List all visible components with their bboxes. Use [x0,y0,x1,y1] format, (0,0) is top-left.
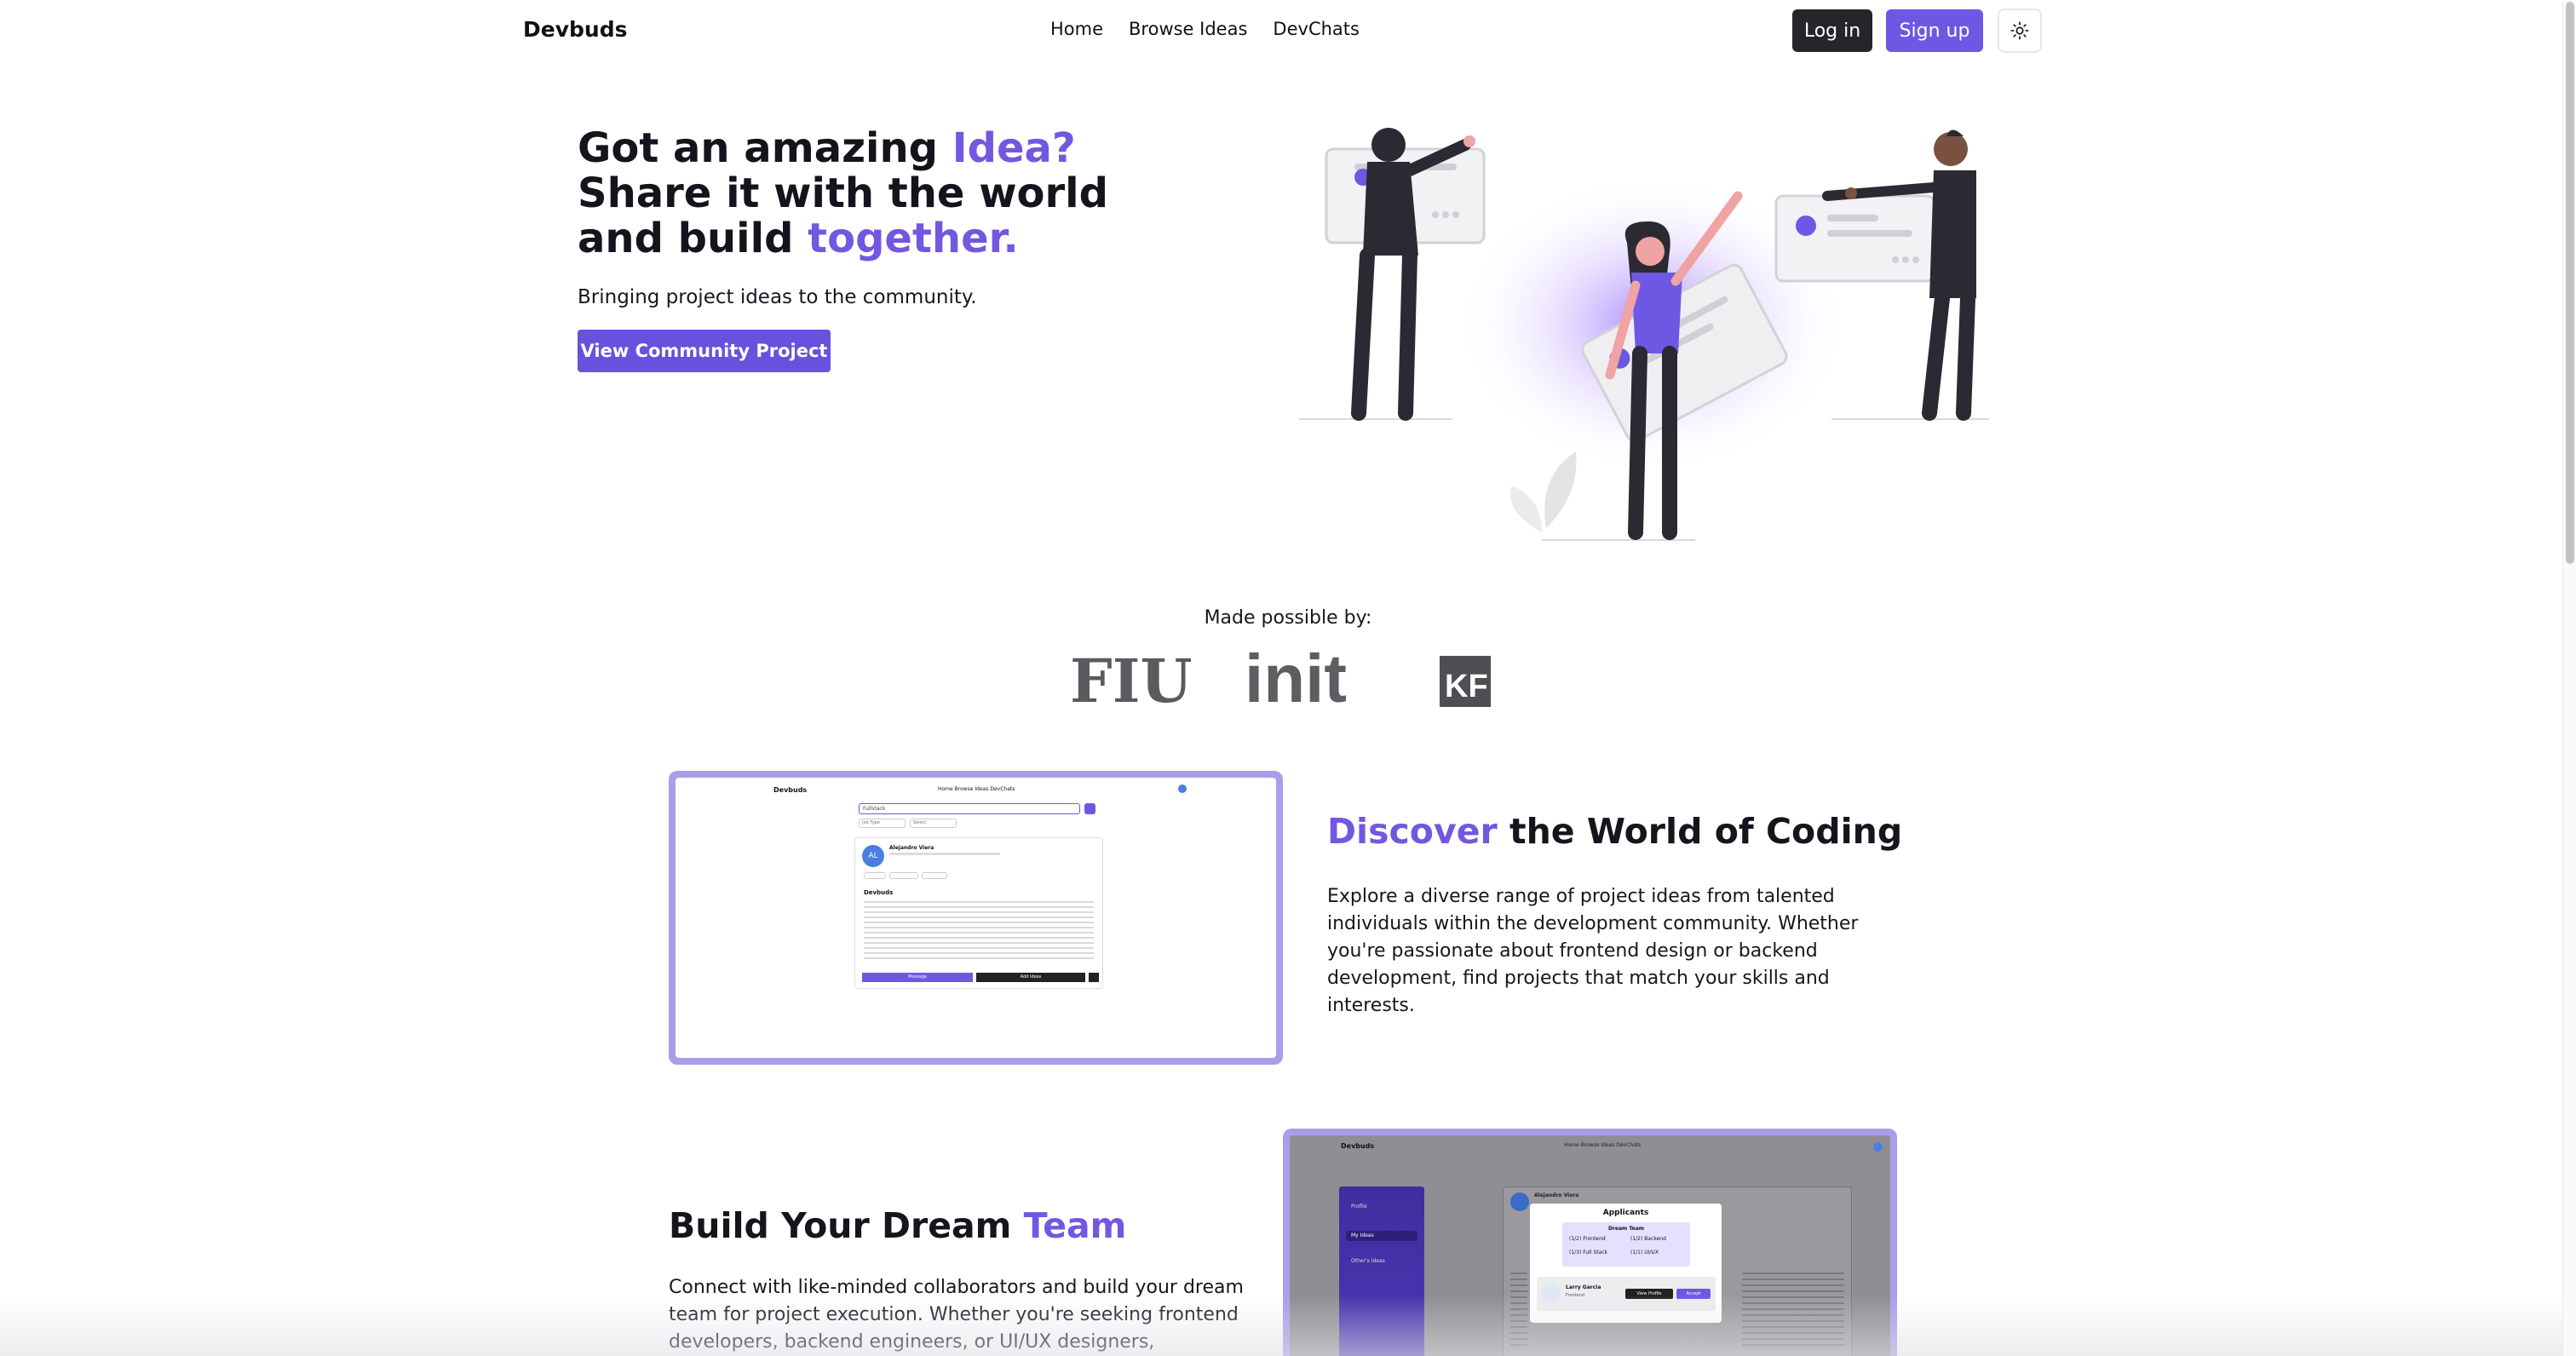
role-backend: (1/2) Backend [1630,1236,1666,1242]
team-preview-brand: Devbuds [1341,1142,1375,1150]
preview-search-icon [1084,803,1095,814]
team-preview-side-profile: Profile [1351,1204,1367,1209]
init-logo: init [1245,649,1347,709]
team-preview-description [1742,1273,1844,1349]
discover-title: Discover the World of Coding [1327,811,1902,852]
team-preview-nav: Home Browse Ideas DevChats [1564,1142,1642,1148]
preview-more-button [1089,973,1099,982]
team-title-accent: Team [1023,1205,1127,1246]
dream-team-label: Dream Team [1607,1226,1645,1232]
applicants-modal-title: Applicants [1602,1209,1649,1217]
hero-title-line2: Share it with the world [578,170,1108,217]
hero-title-accent-idea: Idea? [952,124,1076,172]
preview-avatar-icon [1178,784,1187,793]
hero-title-accent-together: together. [808,215,1019,262]
preview-author-avatar: AL [862,845,884,867]
signup-button[interactable]: Sign up [1886,9,1983,52]
discover-preview-screenshot: Devbuds Home Browse Ideas DevChats Fulls… [676,778,1276,1058]
brand-logo[interactable]: Devbuds [523,17,627,42]
hero-illustration [1299,128,1989,541]
applicant-row: Larry Garcia Frontend View Profile Accep… [1537,1277,1716,1311]
preview-filter-type: Job Type [859,819,906,828]
role-fullstack: (1/3) Full Stack [1569,1250,1608,1255]
top-navbar: Devbuds Home Browse Ideas DevChats Log i… [0,0,2576,61]
theme-toggle-button[interactable] [1998,9,2042,53]
applicants-modal: Applicants Dream Team (1/2) Frontend (1/… [1530,1204,1722,1323]
svg-text:KF: KF [1445,669,1488,704]
preview-tag [864,872,886,879]
preview-project-card: AL Alejandro Viera Devbuds Message Add I… [854,837,1103,989]
fiu-logo: FIU [1070,649,1193,709]
team-preview-screenshot: Devbuds Home Browse Ideas DevChats Profi… [1290,1135,1890,1356]
preview-project-title: Devbuds [864,889,894,896]
hero-title-line1: Got an amazing [578,124,952,172]
nav-home-link[interactable]: Home [1050,19,1103,39]
team-preview-frame: Devbuds Home Browse Ideas DevChats Profi… [1283,1129,1897,1356]
team-preview-avatar-icon [1873,1142,1883,1152]
team-title: Build Your Dream Team [669,1205,1126,1246]
preview-tag [889,872,918,879]
preview-message-button: Message [862,973,973,982]
role-frontend: (1/2) Frontend [1569,1236,1606,1242]
team-preview-side-others: Other's Ideas [1351,1258,1385,1264]
page-scrollbar[interactable] [2562,0,2576,1356]
preview-filter-select: Select [910,819,957,828]
nav-devchats-link[interactable]: DevChats [1273,19,1360,39]
preview-search-input: Fullstack [859,803,1080,814]
sponsor-logos: FIU init KF [1070,649,1491,709]
applicant-role: Frontend [1566,1293,1585,1298]
team-preview-sidebar: Profile My Ideas Other's Ideas [1339,1186,1424,1356]
preview-tag [922,872,947,879]
role-uiux: (1/1) UI/UX [1630,1250,1659,1255]
view-community-project-button[interactable]: View Community Project [578,330,831,372]
scrollbar-thumb[interactable] [2566,2,2574,564]
nav-links: Home Browse Ideas DevChats [1050,19,1360,39]
hero-title: Got an amazing Idea? Share it with the w… [578,126,1108,261]
discover-body: Explore a diverse range of project ideas… [1327,886,1859,1016]
preview-add-ideas-button: Add Ideas [976,973,1085,982]
hero-title-line3: and build [578,215,808,262]
team-body: Connect with like-minded collaborators a… [669,1277,1244,1353]
preview-author-name: Alejandro Viera [889,845,934,851]
view-profile-button: View Profile [1625,1289,1673,1299]
sun-icon [2010,21,2029,40]
team-title-text: Build Your Dream [669,1205,1024,1246]
applicant-name: Larry Garcia [1566,1284,1601,1290]
preview-brand: Devbuds [773,786,808,794]
discover-preview-frame: Devbuds Home Browse Ideas DevChats Fulls… [669,771,1283,1065]
team-preview-side-myideas: My Ideas [1351,1232,1374,1238]
team-preview-author: Alejandro Viera [1534,1192,1579,1198]
discover-title-text: the World of Coding [1497,811,1903,852]
accept-button: Accept [1676,1289,1711,1299]
login-button[interactable]: Log in [1792,9,1872,52]
sponsors-heading: Made possible by: [1204,607,1372,629]
discover-title-accent: Discover [1327,811,1498,852]
nav-browse-ideas-link[interactable]: Browse Ideas [1129,19,1247,39]
hero-subtitle: Bringing project ideas to the community. [578,286,977,308]
preview-nav: Home Browse Ideas DevChats [938,786,1015,792]
preview-project-description [864,901,1094,961]
preview-author-meta [889,853,1000,855]
dream-team-box: Dream Team (1/2) Frontend (1/2) Backend … [1562,1222,1690,1267]
